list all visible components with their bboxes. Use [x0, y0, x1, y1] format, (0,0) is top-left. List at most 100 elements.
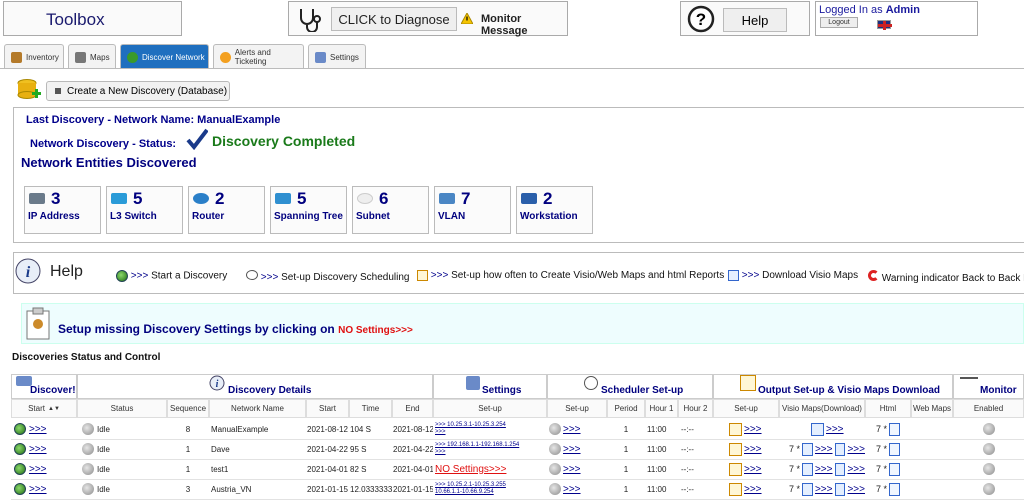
no-settings-link[interactable]: NO Settings>>>	[338, 325, 413, 336]
status-cell: Idle	[82, 419, 162, 439]
maps-setup-link[interactable]: >>>	[431, 270, 449, 281]
output-setup-cell: >>>	[729, 419, 779, 439]
schedule-icon	[549, 443, 561, 455]
schedule-link[interactable]: >>>	[563, 464, 581, 475]
output-setup-cell: >>>	[729, 439, 779, 459]
help-maps: >>> Set-up how often to Create Visio/Web…	[417, 270, 724, 281]
create-discovery-button[interactable]: Create a New Discovery (Database)	[46, 81, 230, 101]
discover-link[interactable]: >>>	[29, 484, 47, 495]
entity-workstation[interactable]: 2 Workstation	[516, 186, 593, 234]
visio-link[interactable]: >>>	[815, 444, 833, 455]
period-cell: 1	[623, 484, 629, 494]
entity-spanning-tree[interactable]: 5 Spanning Tree	[270, 186, 347, 234]
end-cell: 2021-04-22	[393, 444, 433, 454]
discovery-status: Discovery Completed	[212, 133, 356, 149]
clock-icon	[246, 270, 258, 280]
sequence-cell: 1	[185, 444, 191, 454]
ip-range-link-2[interactable]: >>>	[435, 429, 446, 436]
output-setup-cell: >>>	[729, 479, 779, 499]
entities-title: Network Entities Discovered	[21, 155, 197, 170]
discover-cell: >>>	[14, 419, 76, 439]
tab-discover-network[interactable]: Discover Network	[120, 44, 209, 69]
entity-ip-address[interactable]: 3 IP Address	[24, 186, 101, 234]
discover-link[interactable]: >>>	[29, 424, 47, 435]
ip-range-link-2[interactable]: 10.66.1.1-10.66.9.254	[435, 489, 494, 496]
schedule-link[interactable]: >>>	[563, 484, 581, 495]
tab-settings[interactable]: Settings	[308, 44, 366, 69]
visio-link[interactable]: >>>	[847, 484, 865, 495]
ip-range-link[interactable]: >>> 10.25.2.1-10.25.3.255	[435, 482, 506, 489]
monitor-toggle-icon[interactable]	[982, 423, 995, 435]
ip-icon	[29, 193, 45, 204]
html-count: 7 *	[876, 444, 888, 454]
visio-link[interactable]: >>>	[815, 464, 833, 475]
tab-inventory[interactable]: Inventory	[4, 44, 64, 69]
warning-refresh-icon	[868, 270, 879, 281]
visio-link[interactable]: >>>	[847, 464, 865, 475]
tab-alerts[interactable]: Alerts and Ticketing	[213, 44, 304, 69]
clipboard-icon	[26, 307, 50, 340]
status-text: Idle	[97, 464, 110, 474]
idle-icon	[82, 483, 94, 495]
logout-button[interactable]: Logout	[820, 17, 858, 28]
entity-subnet[interactable]: 6 Subnet	[352, 186, 429, 234]
workstation-icon	[521, 193, 537, 204]
entity-router[interactable]: 2 Router	[188, 186, 265, 234]
visio-link[interactable]: >>>	[815, 484, 833, 495]
box-icon	[11, 51, 22, 63]
output-setup-link[interactable]: >>>	[744, 484, 762, 495]
start-discovery-link[interactable]: >>>	[131, 271, 149, 282]
ip-range-link[interactable]: >>> 192.168.1.1-192.168.1.254	[435, 442, 519, 449]
col-network-name: Network Name	[209, 399, 306, 418]
entity-l3-switch[interactable]: 5 L3 Switch	[106, 186, 183, 234]
discover-link[interactable]: >>>	[29, 444, 47, 455]
output-setup-link[interactable]: >>>	[744, 424, 762, 435]
info-icon: i	[15, 258, 41, 284]
ip-range-link[interactable]: >>> 10.25.3.1-10.25.3.254	[435, 422, 506, 429]
monitor-message[interactable]: Monitor Message	[481, 13, 567, 37]
discover-icon	[127, 51, 138, 63]
monitor-toggle-icon[interactable]	[982, 463, 995, 475]
html-report-icon	[889, 482, 901, 496]
scheduling-link[interactable]: >>>	[261, 272, 279, 283]
visio-cell: 7 * >>> >>>	[789, 459, 865, 479]
help-panel: ? Help	[680, 1, 810, 36]
visio-cell: >>>	[789, 419, 865, 439]
diagnose-button[interactable]: CLICK to Diagnose	[331, 7, 457, 31]
help-button[interactable]: Help	[723, 8, 787, 32]
schedule-link[interactable]: >>>	[563, 424, 581, 435]
entity-vlan[interactable]: 7 VLAN	[434, 186, 511, 234]
col-start[interactable]: Start ▲▼	[11, 399, 77, 418]
svg-text:?: ?	[696, 10, 706, 29]
discover-link[interactable]: >>>	[29, 464, 47, 475]
network-name-cell: Austria_VN	[211, 484, 252, 494]
schedule-link[interactable]: >>>	[563, 444, 581, 455]
visio-icon	[802, 442, 813, 456]
output-setup-link[interactable]: >>>	[744, 444, 762, 455]
hour2-cell: --:--	[681, 444, 694, 454]
monitor-toggle-icon[interactable]	[982, 483, 995, 495]
settings-icon	[315, 51, 326, 63]
tab-divider	[0, 68, 1024, 69]
idle-icon	[82, 463, 94, 475]
row-no-settings-link[interactable]: NO Settings>>>	[435, 464, 506, 475]
monitor-toggle-icon[interactable]	[982, 443, 995, 455]
output-setup-link[interactable]: >>>	[744, 464, 762, 475]
network-name-cell: test1	[211, 464, 229, 474]
toolbox-button[interactable]: Toolbox	[3, 1, 182, 36]
sequence-cell: 1	[185, 464, 191, 474]
sequence-cell: 3	[185, 484, 191, 494]
settings-cell: >>> 10.25.3.1-10.25.3.254 >>>	[435, 419, 547, 439]
go-icon	[14, 463, 26, 475]
visio-icon	[802, 462, 813, 476]
status-text: Idle	[97, 484, 110, 494]
svg-text:i: i	[216, 379, 219, 390]
visio-link[interactable]: >>>	[847, 444, 865, 455]
output-pencil-icon	[729, 482, 742, 496]
visio-link[interactable]: >>>	[826, 424, 844, 435]
visio-download-link[interactable]: >>>	[742, 270, 760, 281]
tab-maps[interactable]: Maps	[68, 44, 116, 69]
visio-count: 7 *	[789, 464, 801, 474]
stethoscope-icon	[300, 9, 321, 32]
ip-range-link-2[interactable]: >>>	[435, 449, 446, 456]
